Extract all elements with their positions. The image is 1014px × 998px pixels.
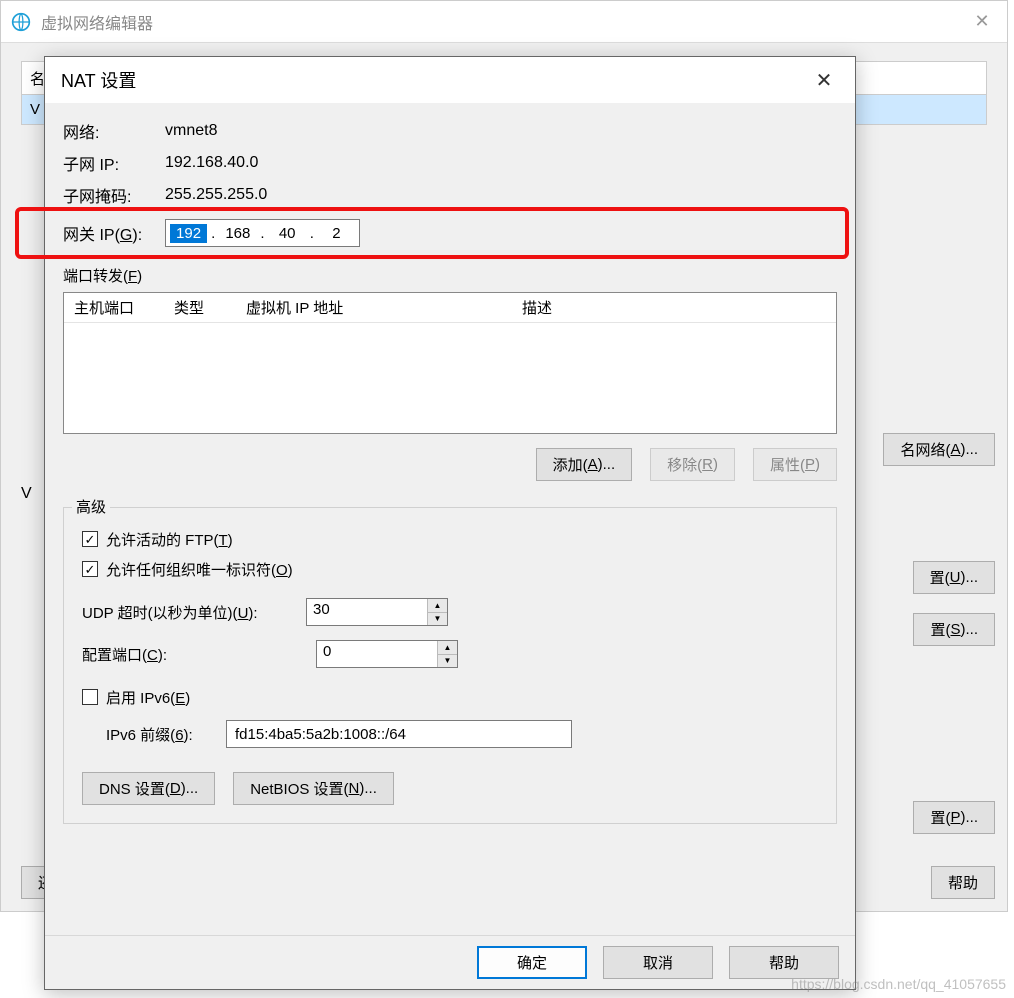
- settings-p-button[interactable]: 置(P)...: [913, 801, 995, 834]
- subnet-ip-value: 192.168.40.0: [165, 154, 258, 172]
- ip-octet-3[interactable]: 40: [269, 224, 306, 243]
- advanced-group: 高级 ✓ 允许活动的 FTP(T) ✓ 允许任何组织唯一标识符(O) UDP 超…: [63, 507, 837, 824]
- nat-close-button[interactable]: ✕: [809, 68, 839, 93]
- cancel-button[interactable]: 取消: [603, 946, 713, 979]
- outer-titlebar: 虚拟网络编辑器 ✕: [1, 1, 1007, 43]
- gateway-row-highlight: 网关 IP(G): 192 . 168 . 40 . 2: [15, 207, 849, 259]
- ip-octet-4[interactable]: 2: [318, 224, 355, 243]
- nat-settings-dialog: NAT 设置 ✕ 网络: vmnet8 子网 IP: 192.168.40.0 …: [44, 56, 856, 990]
- ipv6-prefix-input[interactable]: fd15:4ba5:5a2b:1008::/64: [226, 720, 572, 748]
- subnet-ip-label: 子网 IP:: [63, 151, 165, 175]
- outer-help-button[interactable]: 帮助: [931, 866, 995, 899]
- port-props-button: 属性(P): [753, 448, 837, 481]
- settings-u-button[interactable]: 置(U)...: [913, 561, 995, 594]
- config-port-spinner[interactable]: 0 ▲ ▼: [316, 640, 458, 668]
- spinner-down-icon[interactable]: ▼: [438, 655, 457, 668]
- nat-dialog-footer: 确定 取消 帮助: [45, 935, 855, 989]
- outer-close-button[interactable]: ✕: [967, 11, 997, 32]
- rename-network-button[interactable]: 名网络(A)...: [883, 433, 995, 466]
- nat-dialog-title: NAT 设置: [61, 67, 809, 93]
- outer-window-title: 虚拟网络编辑器: [41, 10, 967, 34]
- gateway-ip-input[interactable]: 192 . 168 . 40 . 2: [165, 219, 360, 247]
- config-port-value[interactable]: 0: [317, 641, 437, 667]
- udp-timeout-spinner[interactable]: 30 ▲ ▼: [306, 598, 448, 626]
- subnet-mask-value: 255.255.255.0: [165, 186, 267, 204]
- config-port-label: 配置端口(C):: [82, 644, 190, 665]
- port-table-header: 主机端口 类型 虚拟机 IP 地址 描述: [64, 293, 836, 323]
- port-remove-button: 移除(R): [650, 448, 735, 481]
- udp-timeout-value[interactable]: 30: [307, 599, 427, 625]
- netbios-settings-button[interactable]: NetBIOS 设置(N)...: [233, 772, 394, 805]
- port-forward-table[interactable]: 主机端口 类型 虚拟机 IP 地址 描述: [63, 292, 837, 434]
- nat-titlebar: NAT 设置 ✕: [45, 57, 855, 103]
- settings-s-button[interactable]: 置(S)...: [913, 613, 995, 646]
- network-value: vmnet8: [165, 122, 217, 140]
- dns-settings-button[interactable]: DNS 设置(D)...: [82, 772, 215, 805]
- spinner-down-icon[interactable]: ▼: [428, 613, 447, 626]
- subnet-mask-label: 子网掩码:: [63, 183, 165, 207]
- col-vm-ip: 虚拟机 IP 地址: [236, 297, 512, 318]
- port-forward-label: 端口转发(F): [63, 265, 837, 286]
- ip-octet-1[interactable]: 192: [170, 224, 207, 243]
- spinner-up-icon[interactable]: ▲: [438, 641, 457, 655]
- nat-body: 网络: vmnet8 子网 IP: 192.168.40.0 子网掩码: 255…: [45, 103, 855, 935]
- oui-checkbox-label: 允许任何组织唯一标识符(O): [106, 559, 293, 580]
- ip-octet-2[interactable]: 168: [219, 224, 256, 243]
- spinner-up-icon[interactable]: ▲: [428, 599, 447, 613]
- udp-timeout-label: UDP 超时(以秒为单位)(U):: [82, 602, 296, 623]
- outer-left-label: V: [21, 485, 32, 503]
- col-type: 类型: [164, 297, 236, 318]
- network-label: 网络:: [63, 119, 165, 143]
- globe-icon: [11, 12, 31, 32]
- port-add-button[interactable]: 添加(A)...: [536, 448, 633, 481]
- gateway-label: 网关 IP(G):: [63, 221, 165, 245]
- ipv6-prefix-label: IPv6 前缀(6):: [106, 724, 216, 745]
- ftp-checkbox-label: 允许活动的 FTP(T): [106, 529, 233, 550]
- ipv6-checkbox-label: 启用 IPv6(E): [106, 687, 190, 708]
- ftp-checkbox[interactable]: ✓: [82, 531, 98, 547]
- oui-checkbox[interactable]: ✓: [82, 561, 98, 577]
- ok-button[interactable]: 确定: [477, 946, 587, 979]
- col-host-port: 主机端口: [64, 297, 164, 318]
- ipv6-checkbox[interactable]: [82, 689, 98, 705]
- col-desc: 描述: [512, 297, 836, 318]
- help-button[interactable]: 帮助: [729, 946, 839, 979]
- advanced-group-title: 高级: [72, 496, 110, 517]
